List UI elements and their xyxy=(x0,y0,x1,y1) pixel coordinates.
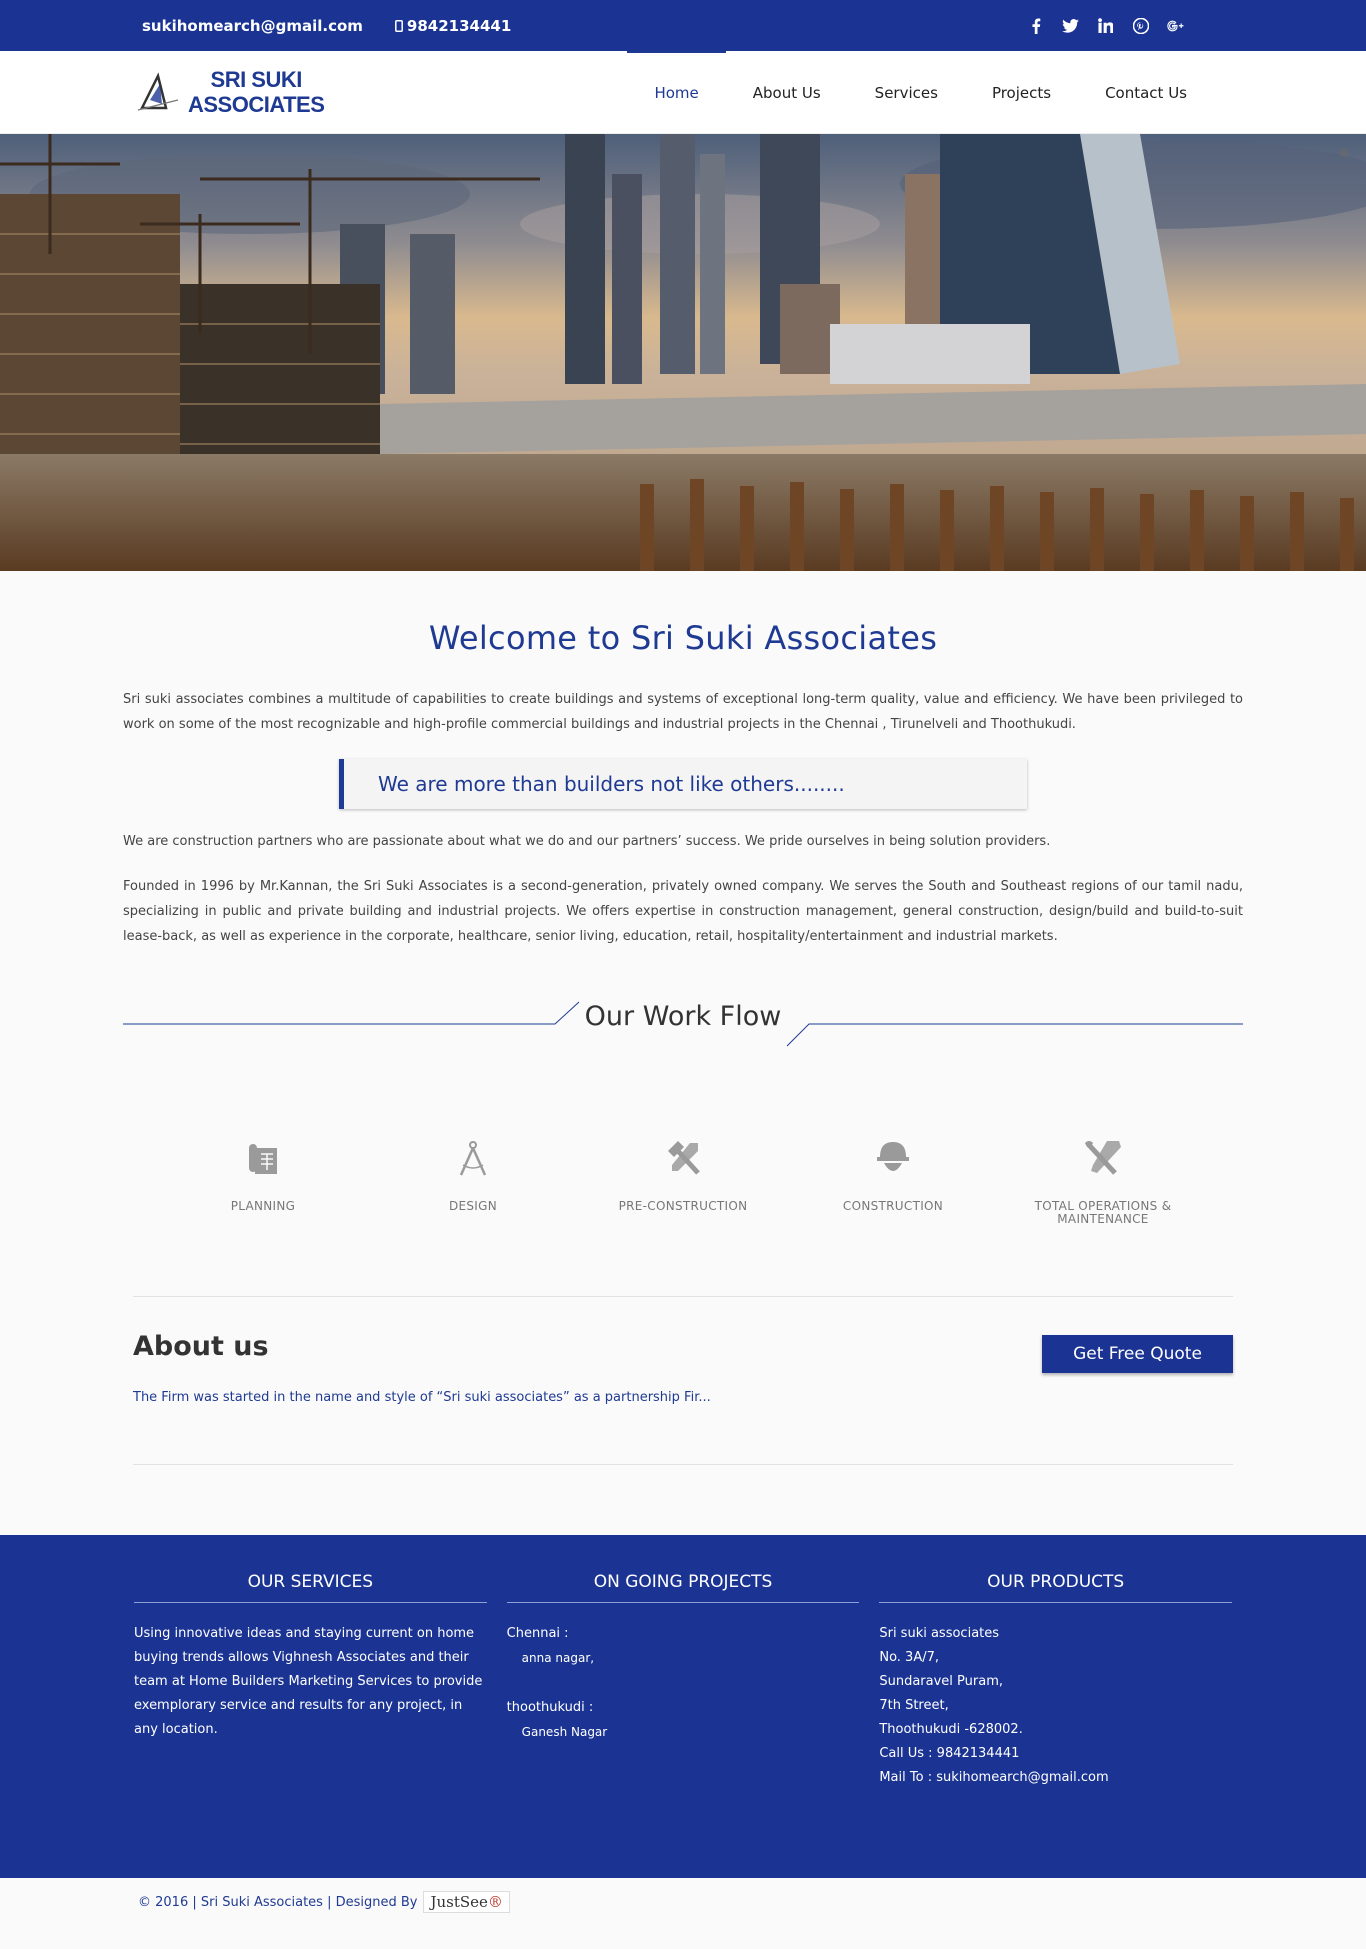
twitter-icon[interactable] xyxy=(1062,17,1079,34)
project-area: anna nagar, xyxy=(521,1651,595,1665)
phone-text: 9842134441 xyxy=(406,16,512,35)
city-skyline-illustration xyxy=(0,134,1366,571)
step-label: DESIGN xyxy=(448,1199,498,1213)
logo-line-2: ASSOCIATES xyxy=(188,92,325,117)
address-block: Sri suki associates No. 3A/7, Sundaravel… xyxy=(879,1622,1232,1790)
nav-projects[interactable]: Projects xyxy=(965,51,1078,133)
step-planning: PLANNING xyxy=(183,1135,343,1226)
about-title: About us xyxy=(133,1331,269,1362)
products-title: OUR PRODUCTS xyxy=(879,1572,1233,1603)
footer-projects: ON GOING PROJECTS Chennai : anna nagar, … xyxy=(506,1572,860,1878)
compass-icon xyxy=(393,1135,553,1180)
tools-icon xyxy=(1023,1135,1183,1180)
site-header: SRI SUKI ASSOCIATES Home About Us Servic… xyxy=(0,51,1366,134)
social-links xyxy=(1027,17,1184,34)
hero-banner-image xyxy=(0,134,1366,571)
founded-paragraph: Founded in 1996 by Mr.Kannan, the Sri Su… xyxy=(123,879,1243,944)
registered-mark-icon: ® xyxy=(487,1893,503,1911)
logo-text: SRI SUKI ASSOCIATES xyxy=(188,67,325,117)
project-city: Chennai : xyxy=(506,1626,569,1641)
copyright-bar: © 2016 | Sri Suki Associates | Designed … xyxy=(0,1878,1366,1926)
step-design: DESIGN xyxy=(393,1135,553,1226)
top-bar: sukihomearch@gmail.com 9842134441 xyxy=(0,0,1366,51)
about-excerpt-link[interactable]: The Firm was started in the name and sty… xyxy=(133,1390,711,1405)
get-free-quote-button[interactable]: Get Free Quote xyxy=(1042,1335,1233,1373)
nav-contact-us[interactable]: Contact Us xyxy=(1078,51,1214,133)
footer-products: OUR PRODUCTS Sri suki associates No. 3A/… xyxy=(879,1572,1233,1878)
workflow-heading: Our Work Flow xyxy=(123,989,1243,1065)
project-area: Ganesh Nagar xyxy=(521,1725,608,1739)
main-nav: Home About Us Services Projects Contact … xyxy=(627,51,1214,133)
blueprint-icon xyxy=(183,1135,343,1180)
footer: OUR SERVICES Using innovative ideas and … xyxy=(0,1535,1366,1878)
footer-services: OUR SERVICES Using innovative ideas and … xyxy=(134,1572,487,1878)
address-line: Thoothukudi -628002. xyxy=(879,1722,1023,1737)
justsee-logo[interactable]: JustSee ® xyxy=(423,1891,510,1913)
address-line: No. 3A/7, xyxy=(879,1650,940,1665)
step-label: TOTAL OPERATIONS & MAINTENANCE xyxy=(1034,1199,1172,1226)
main-content: Welcome to Sri Suki Associates Sri suki … xyxy=(123,619,1243,1226)
justsee-brand: JustSee xyxy=(430,1893,488,1911)
phone-link[interactable]: 9842134441 xyxy=(394,16,512,35)
email-text: sukihomearch@gmail.com xyxy=(142,16,363,35)
linkedin-icon[interactable] xyxy=(1097,17,1114,34)
partners-paragraph: We are construction partners who are pas… xyxy=(123,834,1051,849)
step-label: CONSTRUCTION xyxy=(842,1199,944,1213)
welcome-title: Welcome to Sri Suki Associates xyxy=(428,619,938,657)
services-text: Using innovative ideas and staying curre… xyxy=(134,1626,483,1737)
nav-about-us[interactable]: About Us xyxy=(726,51,848,133)
copyright-text: © 2016 | Sri Suki Associates | Designed … xyxy=(138,1894,418,1910)
mobile-icon xyxy=(394,19,403,32)
projects-title: ON GOING PROJECTS xyxy=(506,1572,860,1603)
nav-home[interactable]: Home xyxy=(627,51,726,133)
hammer-icon xyxy=(603,1135,763,1180)
hard-hat-icon xyxy=(813,1135,973,1180)
services-title: OUR SERVICES xyxy=(134,1572,487,1603)
step-label: PRE-CONSTRUCTION xyxy=(618,1199,748,1213)
logo[interactable]: SRI SUKI ASSOCIATES xyxy=(136,67,325,117)
address-line: 7th Street, xyxy=(879,1698,949,1713)
step-construction: CONSTRUCTION xyxy=(813,1135,973,1226)
contact-info: sukihomearch@gmail.com 9842134441 xyxy=(142,17,511,35)
address-line: Sri suki associates xyxy=(879,1626,1000,1641)
step-pre-construction: PRE-CONSTRUCTION xyxy=(603,1135,763,1226)
google-plus-icon[interactable] xyxy=(1167,17,1184,34)
projects-list: Chennai : anna nagar, thoothukudi : Gane… xyxy=(507,1622,860,1744)
email-link[interactable]: sukihomearch@gmail.com xyxy=(142,17,363,35)
address-line: Sundaravel Puram, xyxy=(879,1674,1003,1689)
workflow-title: Our Work Flow xyxy=(584,1001,782,1032)
mail-to-line[interactable]: Mail To : sukihomearch@gmail.com xyxy=(879,1766,1232,1790)
step-operations-maintenance: TOTAL OPERATIONS & MAINTENANCE xyxy=(1023,1135,1183,1226)
about-section: About us The Firm was started in the nam… xyxy=(133,1296,1233,1465)
step-label: PLANNING xyxy=(230,1199,296,1213)
intro-paragraph: Sri suki associates combines a multitude… xyxy=(123,692,1243,732)
highlight-quote: We are more than builders not like other… xyxy=(339,759,1027,809)
logo-line-1: SRI SUKI xyxy=(210,67,303,92)
nav-services[interactable]: Services xyxy=(848,51,965,133)
facebook-icon[interactable] xyxy=(1027,17,1044,34)
pinterest-icon[interactable] xyxy=(1132,17,1149,34)
call-us-line[interactable]: Call Us : 9842134441 xyxy=(879,1742,1232,1766)
project-city: thoothukudi : xyxy=(506,1700,594,1715)
workflow-steps: PLANNING DESIGN PRE-CONSTRUCTION CONSTRU… xyxy=(123,1135,1243,1226)
logo-mark-icon xyxy=(137,72,179,111)
